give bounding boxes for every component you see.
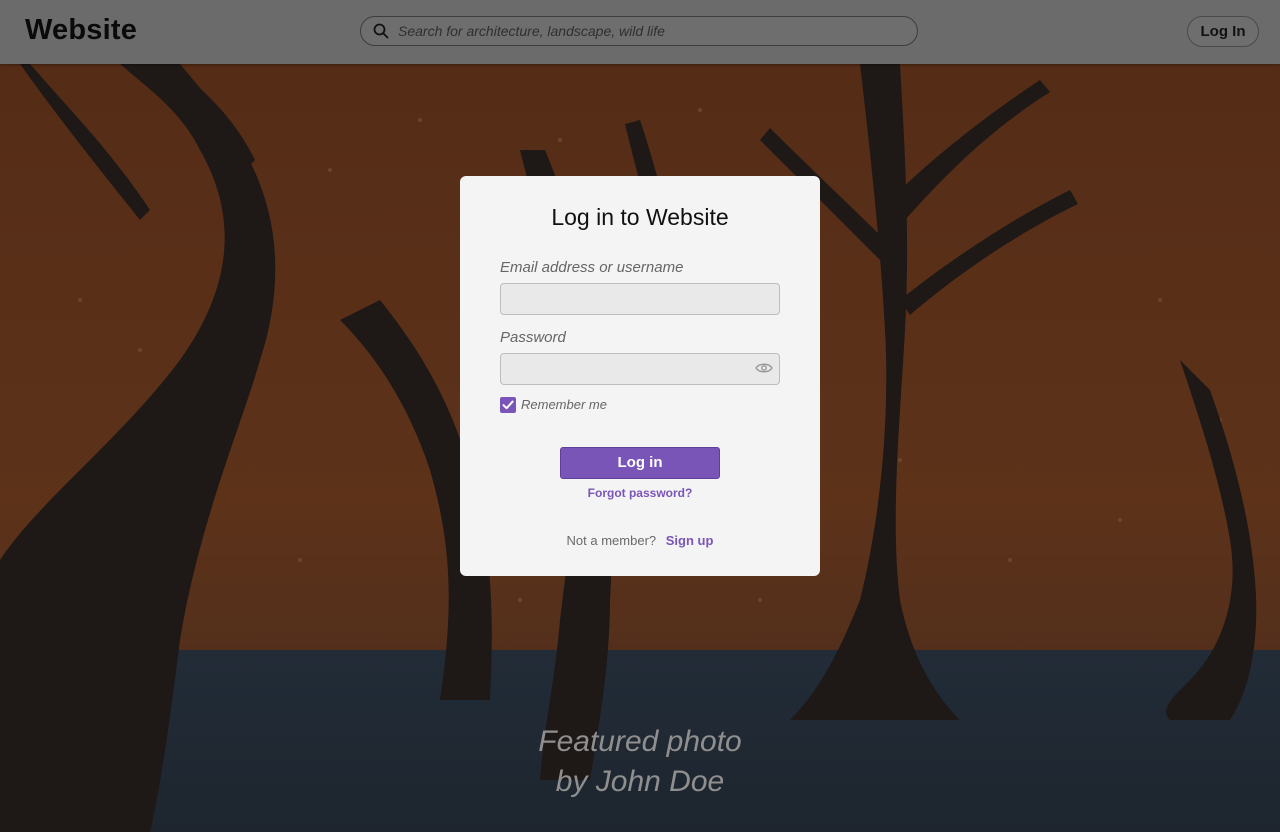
remember-me-label[interactable]: Remember me	[521, 397, 607, 412]
header-login-button[interactable]: Log In	[1187, 16, 1259, 47]
search-input[interactable]	[398, 20, 898, 42]
search-bar[interactable]	[360, 16, 918, 46]
search-icon	[373, 23, 389, 39]
signup-row: Not a member? Sign up	[460, 533, 820, 548]
caption-line-1: Featured photo	[538, 725, 742, 758]
password-field[interactable]	[500, 353, 780, 385]
remember-me-checkbox[interactable]	[500, 397, 516, 413]
password-label: Password	[500, 329, 566, 346]
checkmark-icon	[502, 400, 514, 410]
forgot-password-link[interactable]: Forgot password?	[460, 486, 820, 500]
sign-up-link[interactable]: Sign up	[666, 533, 714, 548]
login-page: Website Log In Log in to Website Email a…	[0, 0, 1280, 832]
top-header: Website Log In	[0, 0, 1280, 64]
caption-line-2: by John Doe	[555, 765, 725, 798]
site-logo[interactable]: Website	[25, 14, 137, 47]
email-field[interactable]	[500, 283, 780, 315]
eye-icon[interactable]	[755, 362, 773, 374]
modal-title: Log in to Website	[551, 204, 729, 230]
email-label: Email address or username	[500, 259, 684, 276]
not-member-text: Not a member?	[566, 533, 657, 548]
login-modal: Log in to Website Email address or usern…	[460, 176, 820, 576]
login-submit-button[interactable]: Log in	[560, 447, 720, 479]
featured-photo-caption: Featured photo by John Doe	[340, 722, 940, 802]
